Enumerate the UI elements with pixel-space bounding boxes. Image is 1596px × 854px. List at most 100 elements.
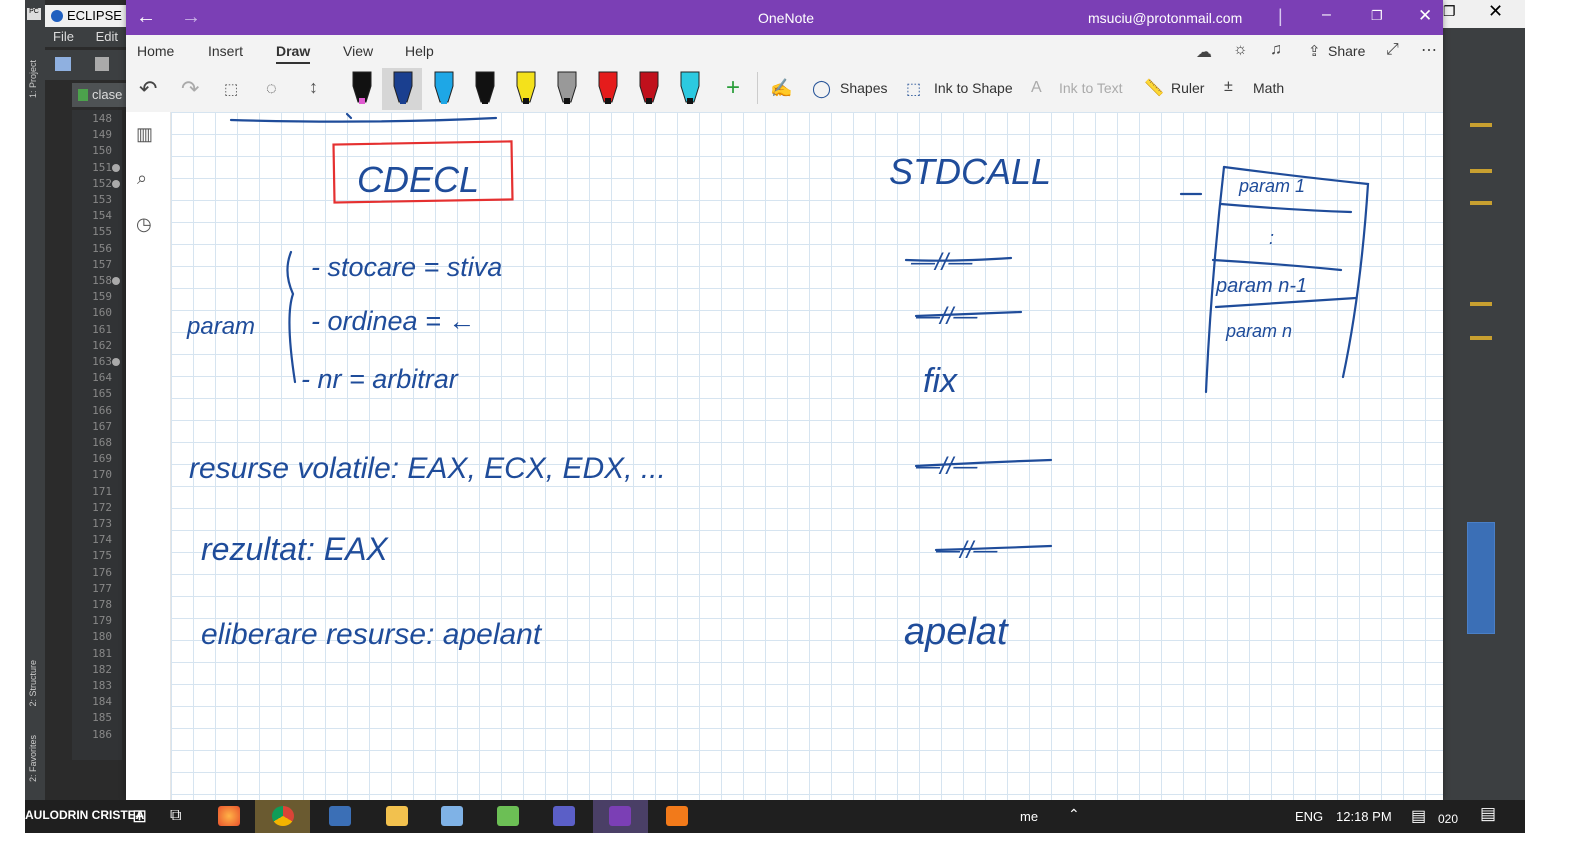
line-number: 162: [92, 338, 112, 352]
pen-1-icon[interactable]: [352, 71, 372, 103]
back-arrow-icon[interactable]: ←: [136, 6, 156, 29]
sublime-icon[interactable]: [666, 806, 688, 826]
pen-8-icon[interactable]: [639, 71, 659, 103]
pen-4-icon[interactable]: [475, 71, 495, 103]
tray-chevron-icon[interactable]: ⌃: [1068, 806, 1080, 823]
new-file-icon[interactable]: [55, 57, 71, 71]
fold-marker-icon[interactable]: [112, 277, 120, 285]
action-center-icon[interactable]: ▤: [1480, 804, 1496, 824]
favorites-panel-label[interactable]: 2: Favorites: [28, 735, 38, 782]
fold-marker-icon[interactable]: [112, 179, 120, 188]
menu-file[interactable]: File: [53, 29, 74, 44]
pen-tip: [564, 98, 570, 104]
type-select-icon[interactable]: ⬚: [224, 80, 238, 98]
recent-icon[interactable]: ◷: [136, 214, 152, 235]
forward-arrow-icon[interactable]: →: [181, 6, 201, 29]
onenote-icon[interactable]: [609, 806, 631, 826]
editor-tab[interactable]: clase: [72, 83, 132, 107]
lightbulb-icon[interactable]: ☼: [1233, 41, 1248, 59]
fold-marker-icon[interactable]: [112, 163, 120, 172]
eclipse-menubar: File Edit: [45, 27, 135, 47]
ink-stroke: [345, 112, 353, 120]
scrollbar-thumb[interactable]: [1467, 522, 1495, 634]
tab-draw[interactable]: Draw: [276, 43, 311, 64]
paint-icon[interactable]: [441, 806, 463, 826]
ruler-button[interactable]: Ruler: [1171, 80, 1204, 96]
shapes-button[interactable]: Shapes: [840, 80, 887, 96]
tab-home[interactable]: Home: [137, 43, 174, 59]
files-icon[interactable]: [386, 806, 408, 826]
save-icon[interactable]: [329, 806, 351, 826]
lasso-select-icon[interactable]: ◌: [266, 78, 277, 99]
minimize-icon[interactable]: –: [1322, 6, 1331, 24]
more-icon[interactable]: ⋯: [1421, 40, 1437, 60]
notepad-icon[interactable]: [497, 806, 519, 826]
line-number: 166: [92, 403, 112, 417]
search-icon[interactable]: ⌕: [137, 168, 147, 189]
touch-draw-icon[interactable]: ✍: [770, 78, 792, 99]
tray-text: me: [1020, 809, 1039, 824]
structure-panel-label[interactable]: 2: Structure: [28, 660, 38, 707]
ink-heading-left: CDECL: [357, 159, 479, 200]
bell-icon[interactable]: ♫: [1270, 41, 1282, 59]
ink-underline: [229, 116, 498, 123]
line-number: 148: [92, 112, 112, 125]
tab-help[interactable]: Help: [405, 43, 434, 59]
menu-edit[interactable]: Edit: [96, 29, 118, 44]
teams-icon[interactable]: [553, 806, 575, 826]
pen-9-icon[interactable]: [680, 71, 700, 103]
save-icon[interactable]: [95, 57, 109, 71]
chrome-icon[interactable]: [272, 806, 294, 826]
line-number-gutter: 148 149 150 151 152 153 154 155 156 157 158 159 160 1…: [72, 110, 122, 760]
shapes-icon[interactable]: ◯: [812, 79, 831, 99]
stack-divider: [1211, 258, 1343, 272]
tab-view[interactable]: View: [343, 43, 373, 59]
line-number: 165: [92, 387, 112, 401]
firefox-icon[interactable]: [218, 806, 240, 826]
line-number: 186: [92, 727, 112, 741]
ruler-icon[interactable]: 📏: [1144, 78, 1164, 98]
pc-logo-icon: PC: [27, 8, 41, 20]
tab-insert[interactable]: Insert: [208, 43, 243, 59]
fold-marker-icon[interactable]: [112, 358, 120, 366]
close-icon[interactable]: ✕: [1418, 6, 1432, 26]
notifications-icon[interactable]: ▤: [1411, 806, 1426, 826]
marker: [1470, 336, 1492, 340]
line-number: 179: [92, 614, 112, 628]
project-panel-label[interactable]: 1: Project: [28, 60, 38, 98]
add-pen-button[interactable]: +: [726, 74, 740, 102]
pen-tip: [687, 98, 693, 104]
clock[interactable]: 12:18 PM: [1336, 809, 1392, 824]
pen-3-icon[interactable]: [434, 71, 454, 103]
pen-5-icon[interactable]: [516, 71, 536, 103]
undo-icon[interactable]: ↶: [139, 76, 157, 102]
stack-param-n: param n: [1225, 321, 1292, 341]
fullscreen-icon[interactable]: ⤢: [1386, 41, 1399, 59]
share-icon[interactable]: ⇪: [1308, 42, 1321, 60]
restore-icon[interactable]: ❐: [1443, 3, 1456, 20]
ink-to-shape-button[interactable]: Ink to Shape: [934, 80, 1013, 96]
pen-6-icon[interactable]: [557, 71, 577, 103]
pen-7-icon[interactable]: [598, 71, 618, 103]
restore-icon[interactable]: ❐: [1371, 8, 1383, 24]
line-number: 153: [92, 193, 112, 206]
note-page-canvas[interactable]: CDECL STDCALL param - stocare = stiva - …: [171, 112, 1443, 800]
share-button[interactable]: Share: [1328, 43, 1365, 59]
redo-icon[interactable]: ↷: [181, 76, 199, 102]
math-button[interactable]: Math: [1253, 80, 1284, 96]
math-icon[interactable]: ±: [1224, 78, 1233, 96]
sync-icon[interactable]: ☁: [1196, 42, 1212, 62]
windows-start-icon[interactable]: ⊞: [132, 806, 147, 827]
language-indicator[interactable]: ENG: [1295, 809, 1323, 824]
ink-to-text-icon[interactable]: A: [1031, 79, 1042, 97]
bottom-margin: [0, 833, 1596, 854]
close-icon[interactable]: ✕: [1488, 1, 1503, 22]
task-view-icon[interactable]: ⧉: [170, 807, 181, 825]
account-name[interactable]: msuciu@protonmail.com: [1088, 10, 1242, 26]
notebooks-icon[interactable]: ▥: [136, 124, 153, 145]
ink-to-text-button[interactable]: Ink to Text: [1059, 80, 1123, 96]
add-space-icon[interactable]: ↕: [309, 77, 318, 98]
ink-to-shape-icon[interactable]: ⬚: [906, 79, 921, 99]
pen-tip: [523, 98, 529, 104]
line-number: 158: [92, 274, 112, 287]
